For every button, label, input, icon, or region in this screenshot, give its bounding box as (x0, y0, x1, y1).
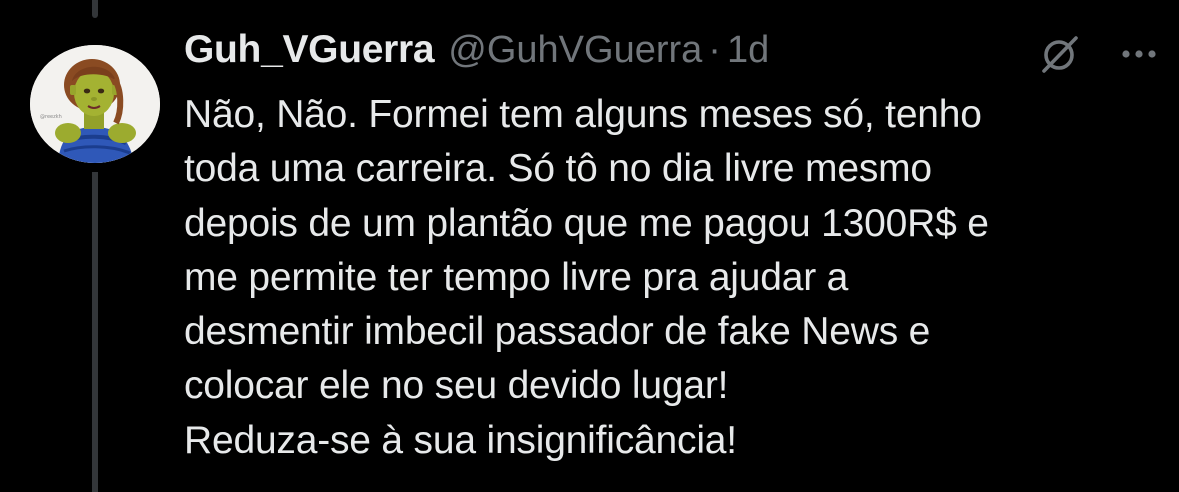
thread-line-top (92, 0, 98, 18)
tweet-text-line: depois de um plantão que me pagou 1300R$… (184, 201, 989, 245)
ogress-avatar-icon: @reezkh (30, 45, 160, 163)
display-name[interactable]: Guh_VGuerra (184, 28, 435, 72)
grok-icon[interactable] (1037, 31, 1083, 77)
header-actions (1037, 28, 1159, 80)
avatar[interactable]: @reezkh (30, 45, 160, 163)
separator-dot: · (708, 29, 721, 71)
tweet-text: Não, Não. Formei tem alguns meses só, te… (184, 88, 1159, 468)
more-dots-icon[interactable] (1119, 31, 1159, 77)
avatar-watermark: @reezkh (40, 114, 62, 120)
tweet-text-line: colocar ele no seu devido lugar! (184, 364, 729, 408)
tweet-text-line: toda uma carreira. Só tô no dia livre me… (184, 147, 932, 191)
tweet-text-line: desmentir imbecil passador de fake News … (184, 310, 931, 354)
tweet-text-line: Não, Não. Formei tem alguns meses só, te… (184, 93, 982, 136)
thread-line-bottom (92, 172, 98, 492)
tweet-header: Guh_VGuerra @GuhVGuerra · 1d (184, 28, 1159, 80)
tweet[interactable]: Guh_VGuerra @GuhVGuerra · 1d Não, Não. F… (184, 28, 1159, 468)
tweet-text-line: Reduza-se à sua insignificância! (184, 418, 737, 462)
user-handle[interactable]: @GuhVGuerra (448, 29, 702, 72)
tweet-text-line: me permite ter tempo livre pra ajudar a (184, 255, 849, 299)
timestamp[interactable]: 1d (727, 29, 769, 72)
